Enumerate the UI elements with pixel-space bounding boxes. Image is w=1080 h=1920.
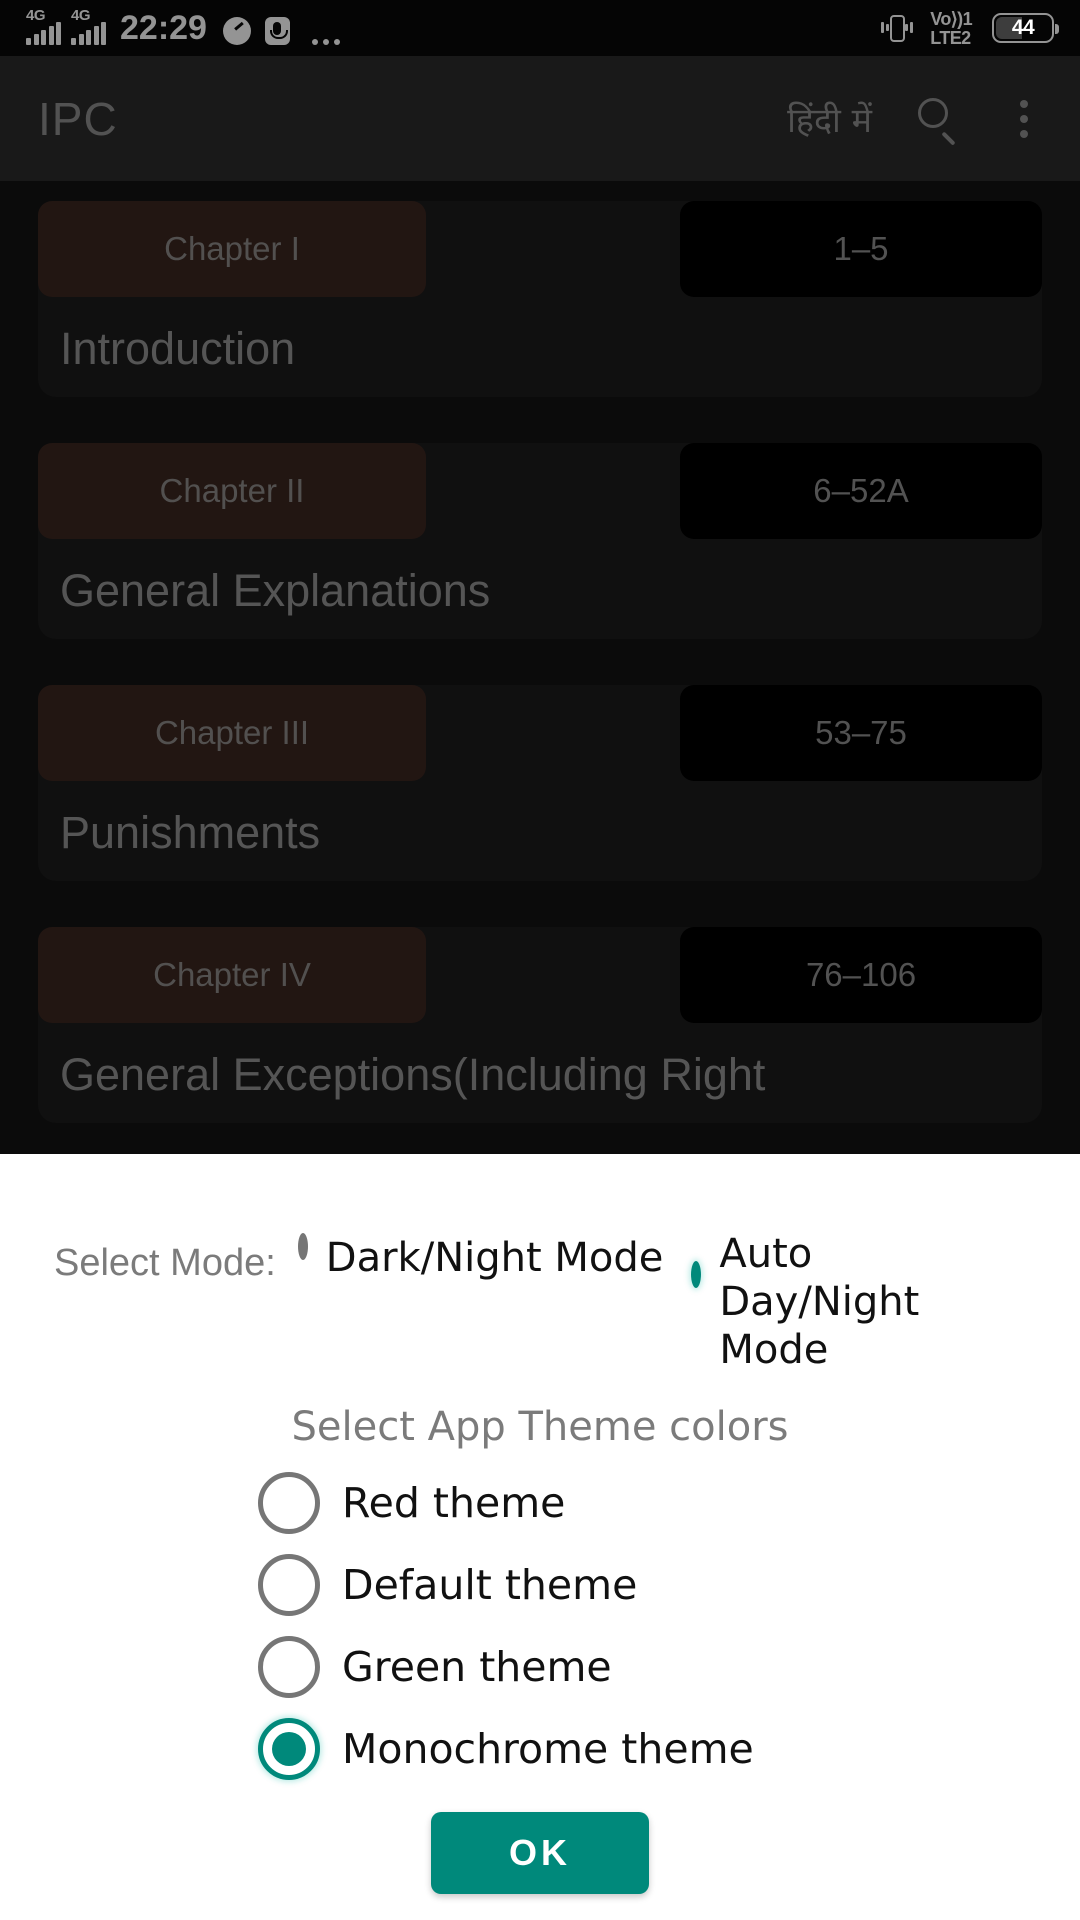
section-range-badge: 1–5	[680, 201, 1042, 297]
chapter-badge: Chapter I	[38, 201, 426, 297]
status-bar: 4G 4G 22:29 Vo⟩)1 LTE2 44	[0, 0, 1080, 56]
app-bar: IPC हिंदी में	[0, 56, 1080, 181]
section-range-badge: 76–106	[680, 927, 1042, 1023]
chapter-title: Introduction	[60, 323, 296, 374]
microphone-icon	[264, 17, 290, 45]
battery-percent-label: 44	[1011, 16, 1035, 39]
theme-options-list: Red theme Default theme Green theme Mono…	[0, 1470, 1080, 1782]
network-type-label-1: 4G	[26, 7, 46, 24]
chapter-badge: Chapter III	[38, 685, 426, 781]
signal-sim2: 4G	[71, 8, 106, 45]
dialog-actions: OK	[0, 1812, 1080, 1894]
battery-indicator: 44	[992, 13, 1059, 43]
network-type-label-2: 4G	[71, 7, 91, 24]
signal-bars-2	[71, 22, 106, 45]
radio-green-theme[interactable]	[258, 1636, 320, 1698]
vibrate-icon	[880, 13, 914, 43]
chapter-badge: Chapter IV	[38, 927, 426, 1023]
page-title: IPC	[38, 92, 118, 145]
phone-screen: 4G 4G 22:29 Vo⟩)1 LTE2 44 IPC हिंदी में …	[0, 0, 1080, 1920]
volte-label-bottom: LTE2	[930, 27, 971, 48]
theme-option-monochrome[interactable]: Monochrome theme	[258, 1716, 1080, 1782]
chapter-badge: Chapter II	[38, 443, 426, 539]
overflow-menu-icon[interactable]	[1006, 96, 1042, 142]
chapter-card[interactable]: Chapter II 6–52A General Explanations	[38, 443, 1042, 639]
volte-label-top: Vo⟩)1	[930, 8, 972, 29]
radio-red-theme[interactable]	[258, 1472, 320, 1534]
signal-sim1: 4G	[26, 8, 61, 45]
radio-auto-day-night-mode[interactable]	[691, 1261, 702, 1288]
status-bar-clock: 22:29	[120, 9, 207, 47]
status-bar-right: Vo⟩)1 LTE2 44	[880, 10, 1059, 47]
radio-monochrome-theme[interactable]	[258, 1718, 320, 1780]
chapter-card-header: Chapter III 53–75	[38, 685, 1042, 781]
theme-option-default[interactable]: Default theme	[258, 1552, 1080, 1618]
theme-section-heading: Select App Theme colors	[291, 1404, 789, 1450]
app-bar-actions: हिंदी में	[787, 96, 1042, 145]
mode-option-auto-day-night[interactable]: Auto Day/Night Mode	[691, 1220, 939, 1374]
search-icon[interactable]	[916, 96, 962, 145]
chapter-card-header: Chapter I 1–5	[38, 201, 1042, 297]
theme-option-red[interactable]: Red theme	[258, 1470, 1080, 1536]
radio-default-theme[interactable]	[258, 1554, 320, 1616]
chapter-card-header: Chapter IV 76–106	[38, 927, 1042, 1023]
theme-option-label: Green theme	[342, 1643, 612, 1691]
chapter-card[interactable]: Chapter IV 76–106 General Exceptions(Inc…	[38, 927, 1042, 1123]
theme-option-label: Monochrome theme	[342, 1725, 754, 1773]
section-range-badge: 53–75	[680, 685, 1042, 781]
select-mode-label: Select Mode:	[54, 1242, 276, 1284]
radio-dark-night-mode[interactable]	[297, 1233, 308, 1260]
chapter-title: General Explanations	[60, 565, 491, 616]
speedometer-icon	[222, 17, 251, 45]
chapter-card-header: Chapter II 6–52A	[38, 443, 1042, 539]
theme-option-green[interactable]: Green theme	[258, 1634, 1080, 1700]
mode-option-label: Dark/Night Mode	[325, 1235, 664, 1281]
more-dots-icon	[311, 39, 340, 45]
theme-option-label: Default theme	[342, 1561, 638, 1609]
status-bar-left: 4G 4G 22:29	[26, 8, 340, 47]
mode-option-dark-night[interactable]: Dark/Night Mode	[297, 1220, 664, 1282]
chapter-title: General Exceptions(Including Right	[60, 1049, 766, 1100]
volte-indicator: Vo⟩)1 LTE2	[930, 10, 972, 47]
mode-option-label: Auto Day/Night Mode	[719, 1231, 920, 1373]
theme-settings-dialog: Select Mode: Dark/Night Mode Auto Day/Ni…	[0, 1154, 1080, 1920]
select-mode-row: Select Mode: Dark/Night Mode Auto Day/Ni…	[0, 1192, 1080, 1373]
language-toggle-button[interactable]: हिंदी में	[787, 96, 872, 142]
chapter-card[interactable]: Chapter III 53–75 Punishments	[38, 685, 1042, 881]
signal-bars-1	[26, 22, 61, 45]
section-range-badge: 6–52A	[680, 443, 1042, 539]
ok-button[interactable]: OK	[431, 1812, 649, 1894]
theme-option-label: Red theme	[342, 1479, 566, 1527]
chapter-title: Punishments	[60, 807, 321, 858]
chapter-card[interactable]: Chapter I 1–5 Introduction	[38, 201, 1042, 397]
